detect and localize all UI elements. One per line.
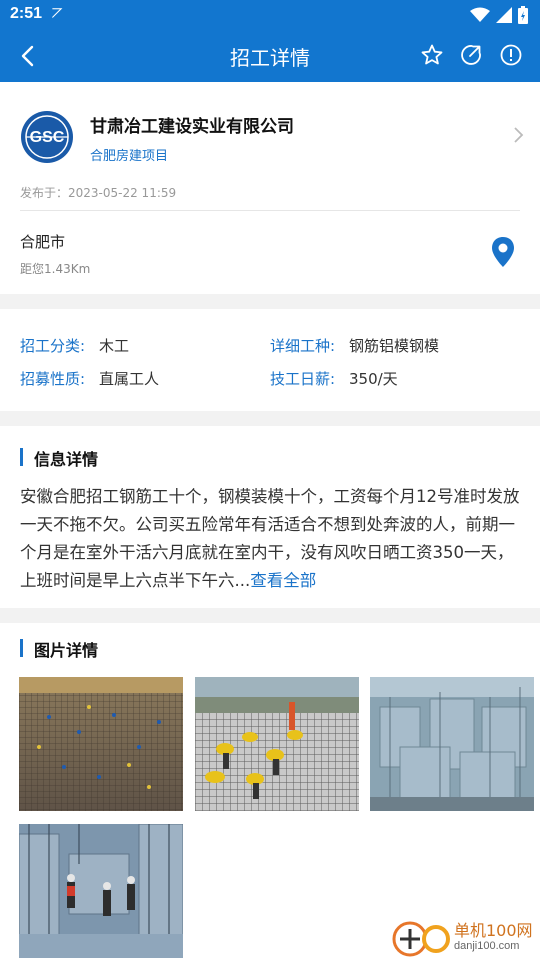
- favorite-button[interactable]: [418, 41, 446, 69]
- job-nature: 招募性质: 直属工人: [20, 368, 159, 389]
- job-city: 合肥市: [20, 233, 66, 251]
- posted-time: 发布于：2023-05-22 11:59: [20, 186, 177, 200]
- company-card: GSC 甘肃冶工建设实业有限公司 合肥房建项目 发布于：2023-05-22 1…: [0, 82, 540, 294]
- job-detail-label: 详细工种:: [270, 337, 336, 355]
- job-nature-value: 直属工人: [99, 370, 160, 388]
- carrier-icon: ⦢: [52, 6, 63, 22]
- job-nature-label: 招募性质:: [20, 370, 86, 388]
- share-icon: [461, 45, 481, 65]
- company-logo-text: GSC: [30, 129, 65, 146]
- photo-rebar-site-aerial[interactable]: [19, 677, 183, 811]
- info-icon: [500, 44, 522, 66]
- photos-card: 图片详情: [0, 623, 540, 960]
- watermark: 单机100网 danji100.com: [392, 915, 540, 960]
- job-wage-value: 350/天: [349, 370, 398, 388]
- info-description: 安徽合肥招工钢筋工十个，钢模装模十个，工资每个月12号准时发放一天不拖不欠。公司…: [20, 483, 520, 595]
- job-category-value: 木工: [99, 337, 130, 355]
- job-attributes-card: 招工分类: 木工 详细工种: 钢筋铝模钢模 招募性质: 直属工人 技工日薪: 3…: [0, 309, 540, 411]
- job-detail-value: 钢筋铝模钢模: [349, 337, 440, 355]
- report-button[interactable]: [497, 41, 525, 69]
- company-name[interactable]: 甘肃冶工建设实业有限公司: [90, 112, 294, 137]
- top-app-bar: 招工详情: [0, 30, 540, 82]
- watermark-url: danji100.com: [454, 940, 520, 952]
- photo-aluminum-formwork[interactable]: [370, 677, 534, 811]
- job-detail-type: 详细工种: 钢筋铝模钢模: [270, 335, 439, 356]
- signal-icon: [496, 7, 512, 23]
- wifi-icon: [470, 7, 490, 22]
- photo-formwork-workers[interactable]: [19, 824, 183, 958]
- battery-icon: [518, 6, 528, 24]
- share-button[interactable]: [457, 41, 485, 69]
- company-project[interactable]: 合肥房建项目: [90, 145, 168, 164]
- company-logo: GSC: [21, 111, 73, 163]
- job-category: 招工分类: 木工: [20, 335, 129, 356]
- job-category-label: 招工分类:: [20, 337, 86, 355]
- job-wage: 技工日薪: 350/天: [270, 368, 398, 389]
- job-wage-label: 技工日薪:: [270, 370, 336, 388]
- info-heading: 信息详情: [20, 446, 98, 470]
- chevron-right-icon[interactable]: [512, 126, 524, 144]
- divider: [20, 210, 520, 211]
- status-icons: [470, 6, 528, 24]
- info-details-card: 信息详情 安徽合肥招工钢筋工十个，钢模装模十个，工资每个月12号准时发放一天不拖…: [0, 426, 540, 608]
- status-bar: 2:51 ⦢: [0, 0, 540, 30]
- status-time: 2:51: [10, 5, 43, 22]
- watermark-name: 单机100网: [454, 921, 533, 940]
- photo-workers-tying-rebar[interactable]: [195, 677, 359, 811]
- job-distance: 距您1.43Km: [20, 262, 91, 276]
- star-icon: [421, 44, 443, 65]
- photos-heading: 图片详情: [20, 637, 98, 661]
- location-pin-icon[interactable]: [490, 236, 516, 268]
- watermark-logo: [392, 921, 450, 957]
- see-all-link[interactable]: 查看全部: [250, 571, 316, 590]
